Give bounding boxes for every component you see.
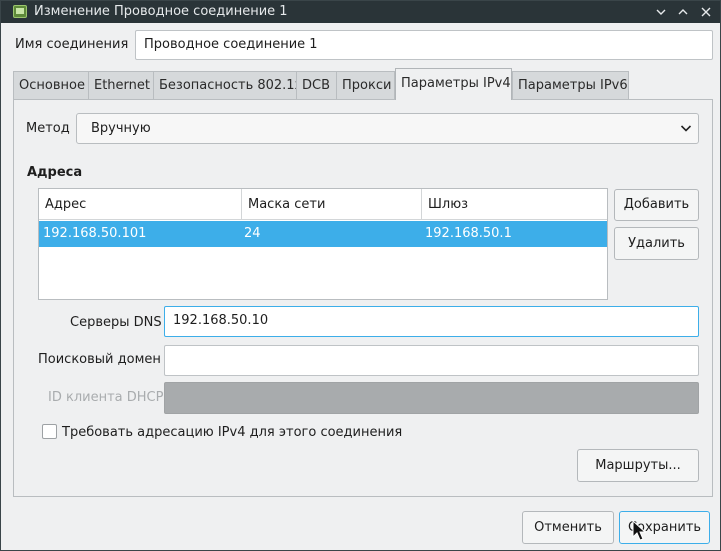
addresses-section-title: Адреса <box>27 165 83 180</box>
mouse-cursor-icon <box>632 520 646 541</box>
dns-servers-input[interactable]: 192.168.50.10 <box>164 306 699 337</box>
method-label: Метод <box>26 121 70 136</box>
tab-general[interactable]: Основное <box>13 71 89 99</box>
maximize-button[interactable] <box>674 3 692 21</box>
connection-name-label: Имя соединения <box>15 37 129 52</box>
method-value: Вручную <box>91 121 151 136</box>
routes-button[interactable]: Маршруты... <box>577 449 699 482</box>
tab-bar: Основное Ethernet Безопасность 802.1x DC… <box>13 68 713 100</box>
column-header-netmask[interactable]: Маска сети <box>241 189 421 220</box>
window-title: Изменение Проводное соединение 1 <box>34 4 288 19</box>
search-domain-label: Поисковый домен <box>38 352 161 367</box>
table-row[interactable]: 192.168.50.101 24 192.168.50.1 <box>39 221 607 247</box>
tab-ethernet[interactable]: Ethernet <box>88 71 154 99</box>
cancel-button[interactable]: Отменить <box>522 511 614 544</box>
table-header: Адрес Маска сети Шлюз <box>39 189 607 220</box>
add-address-button[interactable]: Добавить <box>614 189 699 221</box>
dhcp-client-id-label: ID клиента DHCP <box>48 390 164 405</box>
tab-security-8021x[interactable]: Безопасность 802.1x <box>153 71 302 99</box>
search-domain-input[interactable] <box>164 345 699 376</box>
tab-ipv6-settings[interactable]: Параметры IPv6 <box>512 71 629 99</box>
title-bar[interactable]: Изменение Проводное соединение 1 <box>1 1 720 23</box>
require-ipv4-label[interactable]: Требовать адресацию IPv4 для этого соеди… <box>62 425 402 440</box>
dns-servers-label: Серверы DNS <box>70 315 162 330</box>
column-header-address[interactable]: Адрес <box>39 189 240 220</box>
cell-netmask[interactable]: 24 <box>244 221 261 247</box>
tab-dcb[interactable]: DCB <box>296 71 337 99</box>
chevron-down-icon <box>656 9 666 15</box>
tab-proxy[interactable]: Прокси <box>336 71 395 99</box>
chevron-down-icon <box>680 125 692 132</box>
cell-gateway[interactable]: 192.168.50.1 <box>425 221 512 247</box>
minimize-button[interactable] <box>652 3 670 21</box>
connection-name-input[interactable]: Проводное соединение 1 <box>135 30 713 60</box>
edit-connection-window: Изменение Проводное соединение 1 Имя сое… <box>0 0 721 551</box>
require-ipv4-checkbox[interactable] <box>42 424 57 439</box>
addresses-table[interactable]: Адрес Маска сети Шлюз 192.168.50.101 24 … <box>38 188 608 300</box>
column-header-gateway[interactable]: Шлюз <box>421 189 607 220</box>
network-connection-icon <box>13 5 27 18</box>
tab-ipv4-settings[interactable]: Параметры IPv4 <box>395 68 512 100</box>
method-select[interactable]: Вручную <box>76 113 699 144</box>
maximize-icon <box>678 9 688 15</box>
delete-address-button[interactable]: Удалить <box>614 227 699 260</box>
close-icon <box>701 7 711 17</box>
dhcp-client-id-input <box>164 382 699 414</box>
close-button[interactable] <box>697 3 715 21</box>
cell-address[interactable]: 192.168.50.101 <box>43 221 146 247</box>
